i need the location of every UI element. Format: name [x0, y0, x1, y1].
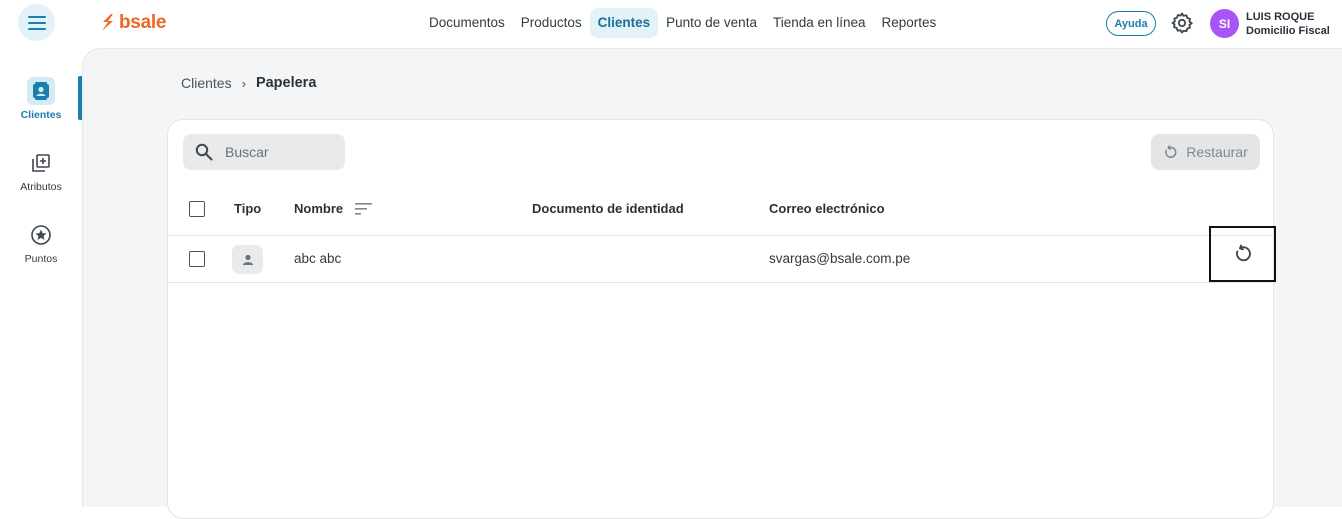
person-icon [232, 245, 263, 274]
nav-punto-de-venta[interactable]: Punto de venta [658, 8, 765, 38]
restore-button[interactable]: Restaurar [1151, 134, 1260, 170]
user-info[interactable]: LUIS ROQUE Domicilio Fiscal [1246, 10, 1330, 38]
top-bar: bsale Documentos Productos Clientes Punt… [0, 0, 1342, 48]
nav-reportes[interactable]: Reportes [874, 8, 945, 38]
nav-productos[interactable]: Productos [513, 8, 590, 38]
restore-icon [1235, 244, 1251, 262]
breadcrumb: Clientes › Papelera [181, 75, 316, 91]
hamburger-icon [27, 15, 46, 30]
add-library-icon [27, 149, 55, 177]
sidebar-item-puntos[interactable]: Puntos [0, 221, 82, 285]
row-nombre: abc abc [294, 251, 342, 266]
table-header: Tipo Nombre Documento de identidad Corre… [168, 190, 1273, 236]
page-title: Papelera [255, 75, 317, 91]
sidebar-item-atributos[interactable]: Atributos [0, 149, 82, 213]
sidebar-item-label: Puntos [24, 253, 58, 265]
settings-button[interactable] [1170, 11, 1194, 35]
sidebar-item-label: Clientes [20, 109, 62, 121]
nav-tienda-en-linea[interactable]: Tienda en línea [765, 8, 874, 38]
user-branch: Domicilio Fiscal [1246, 25, 1330, 37]
breadcrumb-clientes[interactable]: Clientes [181, 75, 232, 91]
user-name: LUIS ROQUE [1246, 11, 1315, 23]
select-all-checkbox[interactable] [189, 201, 205, 217]
row-restore-button[interactable] [1209, 226, 1276, 282]
sort-icon[interactable] [355, 203, 372, 215]
search-input[interactable] [225, 144, 335, 160]
nav-documentos[interactable]: Documentos [421, 8, 513, 38]
table-row[interactable]: abc abc svargas@bsale.com.pe [168, 226, 1276, 283]
hamburger-menu-button[interactable] [18, 4, 55, 41]
column-correo: Correo electrónico [769, 201, 885, 216]
breadcrumb-separator: › [241, 75, 246, 91]
column-tipo: Tipo [234, 201, 262, 216]
help-button[interactable]: Ayuda [1106, 11, 1156, 36]
row-correo: svargas@bsale.com.pe [769, 251, 911, 266]
main-nav: Documentos Productos Clientes Punto de v… [421, 8, 944, 38]
bsale-logo-icon [102, 14, 113, 31]
restore-label: Restaurar [1186, 144, 1248, 160]
logo-text: bsale [119, 12, 167, 33]
row-checkbox[interactable] [189, 251, 205, 267]
user-avatar[interactable]: SI [1210, 9, 1239, 38]
gear-icon [1171, 12, 1193, 34]
column-documento: Documento de identidad [532, 201, 684, 216]
bsale-logo[interactable]: bsale [100, 11, 166, 35]
sidebar-item-clientes[interactable]: Clientes [0, 77, 82, 141]
main-content: Clientes › Papelera Restaurar Tipo Nombr… [82, 48, 1342, 519]
star-circle-icon [27, 221, 55, 249]
contacts-icon [27, 77, 55, 105]
search-icon [195, 143, 213, 161]
sidebar-item-label: Atributos [20, 181, 62, 193]
search-box[interactable] [183, 134, 345, 170]
nav-clientes[interactable]: Clientes [589, 8, 659, 38]
sidebar: Clientes Atributos Puntos [0, 48, 82, 507]
column-nombre[interactable]: Nombre [294, 201, 343, 216]
trash-card: Restaurar Tipo Nombre Documento de ident… [167, 119, 1276, 519]
restore-icon [1165, 144, 1177, 158]
